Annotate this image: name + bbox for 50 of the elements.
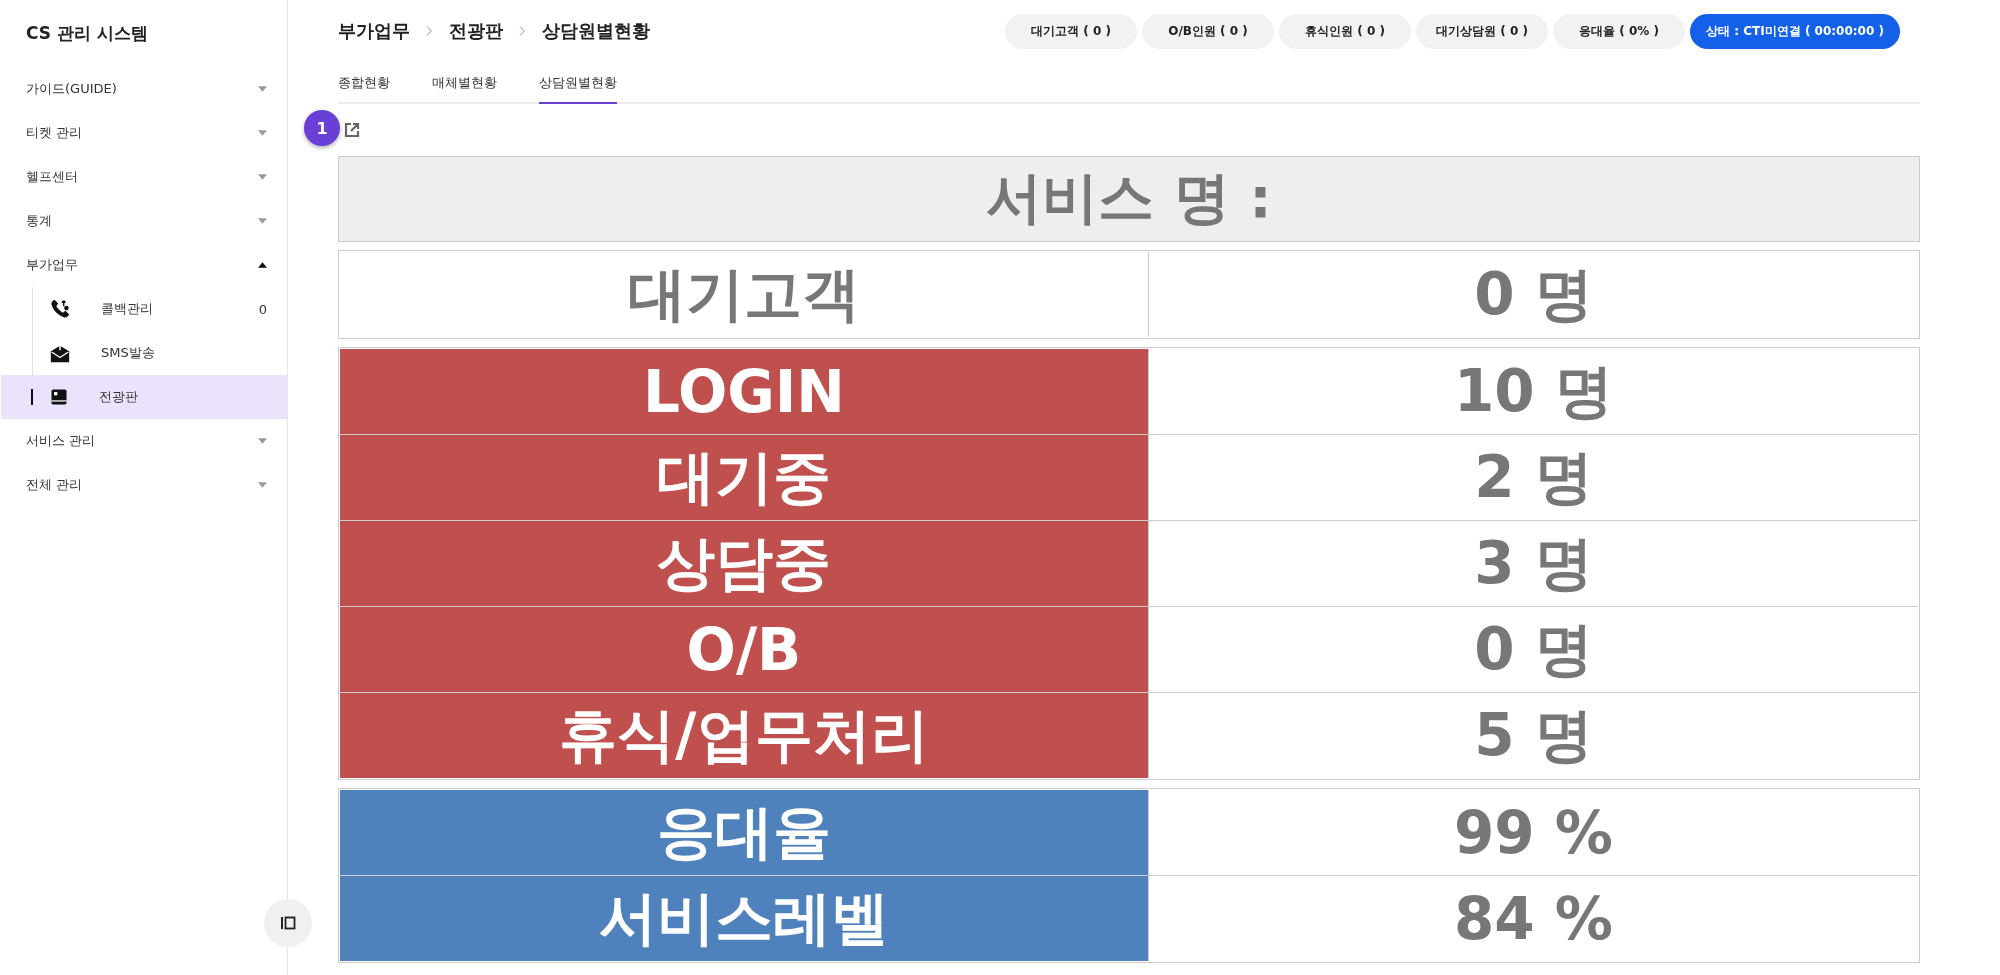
sidebar-subitem[interactable]: 콜백관리 0 [1,287,287,331]
external-link-icon[interactable] [344,122,360,138]
metric-value: 5 명 [1147,693,1918,778]
sidebar-menu-item[interactable]: 부가업무 [0,243,287,287]
envelope-icon [49,342,71,364]
metric-value: 99 % [1147,790,1918,875]
metric-label: 응대율 [340,790,1148,875]
status-chip: 대기고객 ( 0 ) [1005,13,1137,49]
step-badge: 1 [304,110,340,146]
metric-value: 10 명 [1147,349,1918,434]
breadcrumb-item: 부가업무 [338,19,410,43]
chevron-icon [426,25,433,37]
metric-value: 2 명 [1147,435,1918,520]
phone-icon [49,298,71,320]
tab[interactable]: 상담원별현황 [539,74,617,104]
metric-value: 84 % [1147,876,1918,961]
metric-value: 0 명 [1147,252,1918,337]
metric-label: 대기고객 [626,258,861,330]
metric-label: 상담중 [340,521,1148,606]
sidebar-menu-item[interactable]: 티켓 관리 [0,111,287,155]
sidebar-menu-item[interactable]: 서비스 관리 [0,419,287,463]
status-chip: 휴식인원 ( 0 ) [1279,13,1411,49]
metric-label: 대기중 [340,435,1148,520]
sidebar-menu-item[interactable]: 가이드(GUIDE) [0,67,287,111]
board-icon [49,387,69,407]
sidebar-menu-item[interactable]: 헬프센터 [0,155,287,199]
sidebar-toggle-icon [280,916,296,930]
metric-label: O/B [340,607,1148,692]
sidebar-subitem[interactable]: 전광판 [1,375,287,419]
sidebar-menu-item[interactable]: 전체 관리 [0,463,287,507]
chevron-icon [519,25,526,37]
breadcrumb-item: 전광판 [449,19,503,43]
metric-value: 0 명 [1147,607,1918,692]
metric-label: LOGIN [340,349,1148,434]
metric-value: 3 명 [1147,521,1918,606]
sidebar-subitem[interactable]: SMS발송 [1,331,287,375]
app-title: CS 관리 시스템 [25,22,149,45]
collapse-sidebar-button[interactable] [264,899,312,947]
tab[interactable]: 매체별현황 [432,74,497,104]
callback-count: 0 [258,301,267,317]
status-chip: 상태 : CTI미연결 ( 00:00:00 ) [1690,13,1900,49]
status-chip: 응대율 ( 0% ) [1553,13,1685,49]
status-chip: O/B인원 ( 0 ) [1142,13,1274,49]
service-name-header: 서비스 명 : [338,156,1920,242]
tab[interactable]: 종합현황 [338,74,390,104]
status-chip: 대기상담원 ( 0 ) [1416,13,1548,49]
sidebar-menu-item[interactable]: 통계 [0,199,287,243]
metric-label: 휴식/업무처리 [340,693,1148,778]
breadcrumb-item: 상담원별현황 [542,19,650,43]
metric-label: 서비스레벨 [340,876,1148,961]
